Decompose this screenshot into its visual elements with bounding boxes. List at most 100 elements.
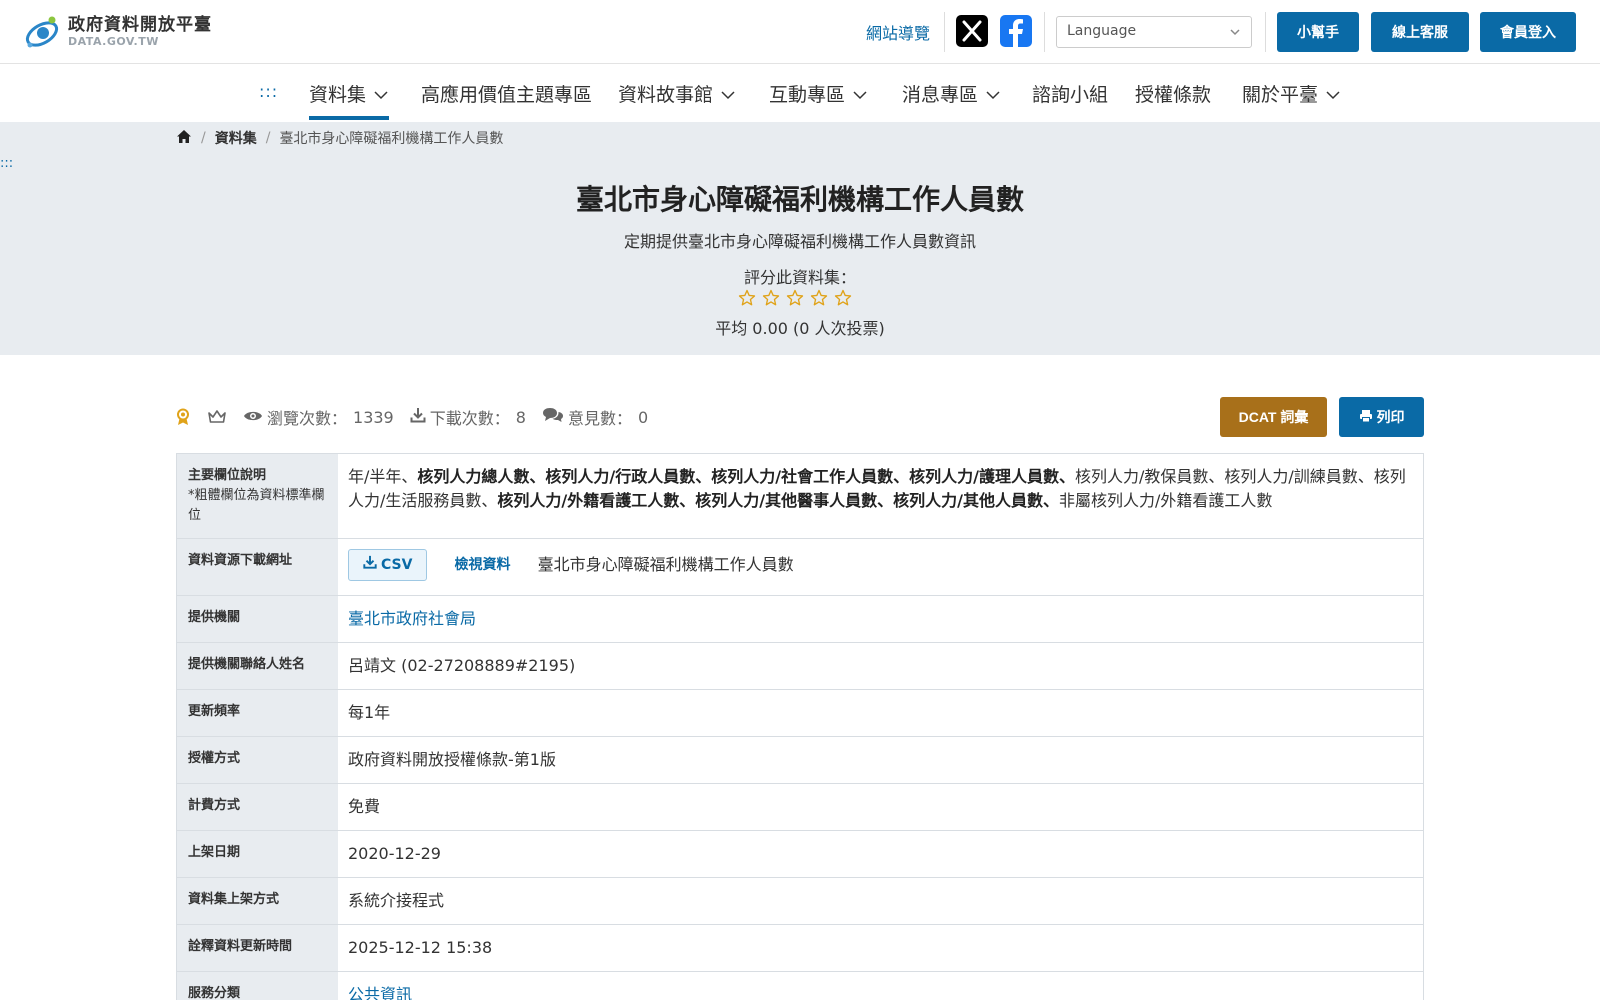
page-title: 臺北市身心障礙福利機構工作人員數 xyxy=(575,183,1024,216)
view-data-link[interactable]: 檢視資料 xyxy=(455,553,511,577)
nav-item-label: 諮詢小組 xyxy=(1032,84,1109,106)
comments-icon xyxy=(542,407,564,427)
star-icon[interactable] xyxy=(810,289,828,307)
login-button[interactable]: 會員登入 xyxy=(1480,12,1576,52)
facebook-icon[interactable] xyxy=(1000,15,1032,47)
chevron-down-icon xyxy=(721,83,735,105)
downloads-count: 8 xyxy=(515,407,526,427)
printer-icon xyxy=(1359,409,1377,426)
print-button-label: 列印 xyxy=(1376,409,1405,425)
logo-subtitle: DATA.GOV.TW xyxy=(68,35,159,48)
field-part: 年/半年、 xyxy=(348,467,418,486)
views-label: 瀏覽次數： xyxy=(267,409,348,428)
fields-value: 年/半年、核列人力總人數、核列人力/行政人員數、核列人力/社會工作人員數、核列人… xyxy=(338,454,1423,538)
nav-item-datasets[interactable]: 資料集 xyxy=(309,80,388,107)
nav-item-news[interactable]: 消息專區 xyxy=(902,80,1000,107)
online-service-button[interactable]: 線上客服 xyxy=(1371,12,1469,52)
nav-item-advisory[interactable]: 諮詢小組 xyxy=(1032,80,1108,107)
sitemap-link[interactable]: 網站導覽 xyxy=(866,20,930,44)
eye-icon xyxy=(243,408,263,427)
row-label: 資料資源下載網址 xyxy=(177,539,338,595)
table-row: 提供機關聯絡人姓名 呂靖文 (02-27208889#2195) xyxy=(177,643,1423,690)
download-icon xyxy=(363,553,381,577)
nav-item-about[interactable]: 關於平臺 xyxy=(1242,80,1340,107)
nav-item-label: 高應用價值主題專區 xyxy=(421,84,593,106)
table-row: 提供機關 臺北市政府社會局 xyxy=(177,596,1423,643)
row-value: 2020-12-29 xyxy=(348,844,441,863)
nav-item-label: 資料集 xyxy=(309,84,367,106)
chevron-down-icon xyxy=(1326,83,1340,105)
dcat-button[interactable]: DCAT 詞彙 xyxy=(1220,397,1327,437)
chevron-down-icon xyxy=(1229,26,1241,42)
breadcrumb-separator: / xyxy=(201,130,206,146)
nav-item-label: 互動專區 xyxy=(769,84,846,106)
breadcrumb: / 資料集 / 臺北市身心障礙福利機構工作人員數 xyxy=(176,128,503,148)
logo-title: 政府資料開放平臺 xyxy=(68,15,212,35)
row-value: 每1年 xyxy=(348,703,391,722)
agency-link[interactable]: 臺北市政府社會局 xyxy=(348,609,476,628)
rating-summary: 平均 0.00 (0 人次投票) xyxy=(715,319,885,338)
csv-label: CSV xyxy=(381,557,413,573)
star-icon[interactable] xyxy=(738,289,756,307)
crown-icon xyxy=(207,409,227,425)
row-label: 提供機關 xyxy=(177,596,338,642)
table-row: 授權方式 政府資料開放授權條款-第1版 xyxy=(177,737,1423,784)
nav-item-stories[interactable]: 資料故事館 xyxy=(618,80,735,107)
row-label: 上架日期 xyxy=(177,831,338,877)
header-divider xyxy=(944,12,945,52)
home-icon[interactable] xyxy=(176,129,192,148)
table-row: 服務分類 公共資訊 xyxy=(177,972,1423,1000)
field-part-bold: 核列人力/外籍看護工人數、 xyxy=(497,491,696,510)
row-label: 詮釋資料更新時間 xyxy=(177,925,338,971)
chevron-down-icon xyxy=(986,83,1000,105)
nav-active-indicator xyxy=(309,116,389,120)
comments-label: 意見數： xyxy=(567,409,632,428)
dataset-info-table: 主要欄位說明 *粗體欄位為資料標準欄位 年/半年、核列人力總人數、核列人力/行政… xyxy=(176,453,1424,1000)
print-button[interactable]: 列印 xyxy=(1339,397,1424,437)
nav-item-label: 消息專區 xyxy=(902,84,979,106)
row-value: 2025-12-12 15:38 xyxy=(348,938,493,957)
chevron-down-icon xyxy=(853,83,867,105)
helper-button[interactable]: 小幫手 xyxy=(1277,12,1359,52)
table-row: 資料資源下載網址 CSV 檢視資料 臺北市身心障礙福利機構工作人員數 xyxy=(177,539,1423,596)
star-icon[interactable] xyxy=(786,289,804,307)
row-value: 免費 xyxy=(348,797,381,816)
field-part-bold: 核列人力/護理人員數、 xyxy=(909,467,1075,486)
csv-download-button[interactable]: CSV xyxy=(348,549,428,581)
nav-item-license[interactable]: 授權條款 xyxy=(1135,80,1211,107)
nav-item-interactive[interactable]: 互動專區 xyxy=(769,80,867,107)
nav-item-high-value[interactable]: 高應用價值主題專區 xyxy=(421,80,592,107)
row-value: 呂靖文 (02-27208889#2195) xyxy=(348,656,576,675)
content-accesskey[interactable]: ::: xyxy=(0,156,13,171)
row-label: 計費方式 xyxy=(177,784,338,830)
star-icon[interactable] xyxy=(834,289,852,307)
table-row: 更新頻率 每1年 xyxy=(177,690,1423,737)
nav-accesskey[interactable]: ::: xyxy=(259,82,278,101)
downloads-label: 下載次數： xyxy=(429,409,510,428)
resource-name: 臺北市身心障礙福利機構工作人員數 xyxy=(537,555,794,574)
field-part: 非屬核列人力/外籍看護工人數 xyxy=(1058,491,1273,510)
breadcrumb-separator: / xyxy=(265,130,271,146)
star-icon[interactable] xyxy=(762,289,780,307)
downloads-stat: 下載次數： 8 xyxy=(410,405,526,429)
download-icon xyxy=(410,407,426,427)
row-label: 授權方式 xyxy=(177,737,338,783)
row-label: 提供機關聯絡人姓名 xyxy=(177,643,338,689)
row-label-note: *粗體欄位為資料標準欄位 xyxy=(188,488,325,523)
table-row: 主要欄位說明 *粗體欄位為資料標準欄位 年/半年、核列人力總人數、核列人力/行政… xyxy=(177,454,1423,539)
row-value: 政府資料開放授權條款-第1版 xyxy=(348,750,556,769)
nav-item-label: 授權條款 xyxy=(1135,84,1212,106)
category-link[interactable]: 公共資訊 xyxy=(348,985,412,1000)
comments-stat: 意見數： 0 xyxy=(542,405,648,429)
rating-stars xyxy=(738,289,852,307)
x-twitter-icon[interactable] xyxy=(956,15,988,47)
resource-value: CSV 檢視資料 臺北市身心障礙福利機構工作人員數 xyxy=(338,539,1423,595)
breadcrumb-datasets[interactable]: 資料集 xyxy=(215,128,257,148)
field-part-bold: 核列人力/其他醫事人員數、 xyxy=(695,491,894,510)
site-logo[interactable]: 政府資料開放平臺 DATA.GOV.TW xyxy=(22,12,212,52)
breadcrumb-current: 臺北市身心障礙福利機構工作人員數 xyxy=(279,131,504,147)
table-row: 計費方式 免費 xyxy=(177,784,1423,831)
main-nav: ::: 資料集 高應用價值主題專區 資料故事館 互動專區 消息專區 諮詢小組 授… xyxy=(0,64,1600,122)
language-select[interactable]: Language xyxy=(1056,16,1252,48)
table-row: 資料集上架方式 系統介接程式 xyxy=(177,878,1423,925)
